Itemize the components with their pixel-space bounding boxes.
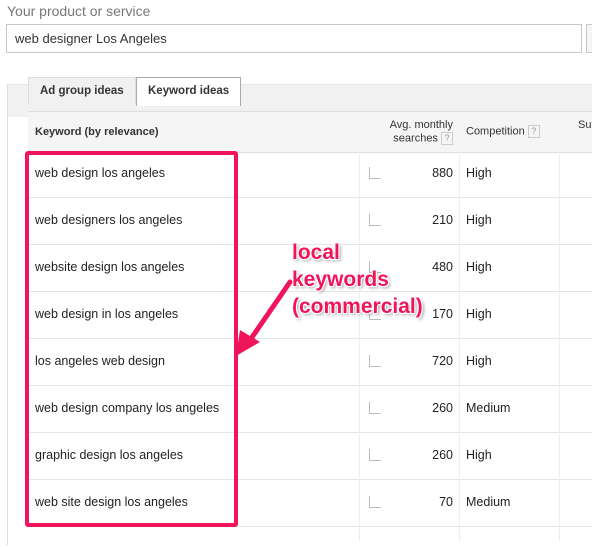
competition-cell: High <box>466 166 492 180</box>
searches-cell: 260 <box>432 401 453 415</box>
search-button[interactable] <box>586 24 592 53</box>
competition-cell: High <box>466 448 492 462</box>
trend-chart-icon[interactable] <box>369 167 381 179</box>
competition-cell: High <box>466 213 492 227</box>
search-label: Your product or service <box>7 3 151 19</box>
header-keyword[interactable]: Keyword (by relevance) <box>35 126 159 138</box>
searches-cell: 880 <box>432 166 453 180</box>
trend-chart-icon[interactable] <box>369 449 381 461</box>
column-divider <box>559 151 560 541</box>
competition-cell: High <box>466 307 492 321</box>
searches-cell: 720 <box>432 354 453 368</box>
table-header: Keyword (by relevance) Avg. monthly sear… <box>28 111 592 153</box>
tab-keyword-ideas[interactable]: Keyword ideas <box>136 77 242 106</box>
column-divider <box>359 151 360 541</box>
help-icon[interactable]: ? <box>441 132 453 145</box>
trend-chart-icon[interactable] <box>369 214 381 226</box>
header-competition[interactable]: Competition ? <box>466 125 540 138</box>
trend-chart-icon[interactable] <box>369 402 381 414</box>
highlight-box <box>25 151 238 527</box>
column-divider <box>459 151 460 541</box>
help-icon[interactable]: ? <box>527 125 540 138</box>
header-suggested-bid[interactable]: Su <box>578 119 591 131</box>
annotation-text: local keywords (commercial) <box>292 241 423 318</box>
product-search-input[interactable]: web designer Los Angeles <box>6 24 582 53</box>
competition-cell: Medium <box>466 495 511 509</box>
header-avg-searches[interactable]: Avg. monthly searches ? <box>368 119 453 145</box>
trend-chart-icon[interactable] <box>369 496 381 508</box>
competition-cell: Medium <box>466 401 511 415</box>
trend-chart-icon[interactable] <box>369 355 381 367</box>
tab-ad-group-ideas[interactable]: Ad group ideas <box>28 77 136 104</box>
competition-cell: High <box>466 260 492 274</box>
searches-cell: 70 <box>439 495 453 509</box>
competition-cell: High <box>466 354 492 368</box>
arrow-icon <box>236 279 293 356</box>
searches-cell: 260 <box>432 448 453 462</box>
searches-cell: 210 <box>432 213 453 227</box>
